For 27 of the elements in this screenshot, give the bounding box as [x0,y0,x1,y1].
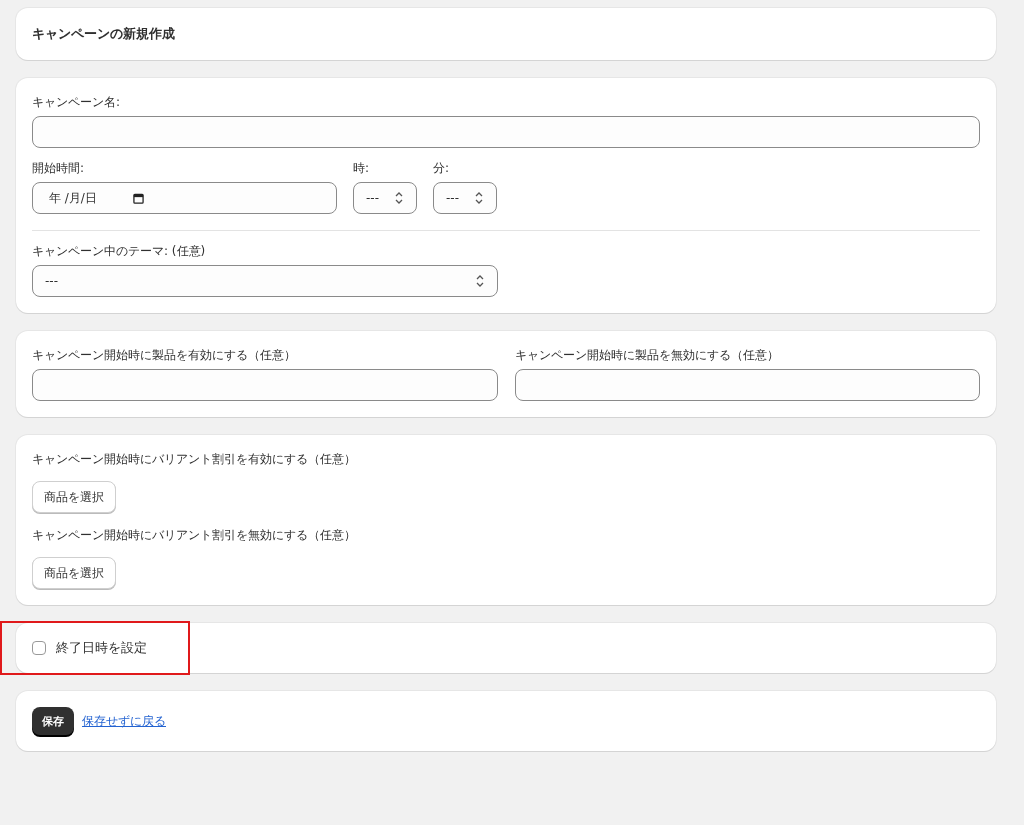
chevron-updown-icon [474,191,484,205]
field-label: 開始時間: [32,160,86,176]
minute-select[interactable]: --- [433,182,497,214]
field-label: キャンペーン中のテーマ: (任意) [32,243,207,259]
input-field[interactable] [32,369,498,401]
select-products-button[interactable]: 商品を選択 [32,557,116,589]
select-products-button[interactable]: 商品を選択 [32,481,116,513]
calendar-icon [132,192,144,204]
theme-select[interactable]: --- [32,265,498,297]
checkbox[interactable] [32,641,46,655]
input-field[interactable] [514,369,980,401]
chevron-updown-icon [475,274,485,288]
back-link[interactable]: 保存せずに戻る [82,712,166,730]
field-label: キャンペーン開始時に製品を無効にする（任意） [514,347,780,363]
save-button[interactable]: 保存 [32,707,74,735]
date-field[interactable]: 年 /月/日 [32,182,337,214]
section-label: キャンペーン開始時にバリアント割引を無効にする（任意） [32,527,357,543]
chevron-updown-icon [394,191,404,205]
input-field[interactable] [32,116,980,148]
field-label: キャンペーン名: [32,94,122,110]
hour-select[interactable]: --- [353,182,417,214]
field-label: 時: [353,160,371,176]
checkbox-label: 終了日時を設定 [56,639,147,657]
field-label: キャンペーン開始時に製品を有効にする（任意） [32,347,297,363]
field-label: 分: [433,160,451,176]
page-title: キャンペーンの新規作成 [32,25,176,43]
section-label: キャンペーン開始時にバリアント割引を有効にする（任意） [32,451,357,467]
